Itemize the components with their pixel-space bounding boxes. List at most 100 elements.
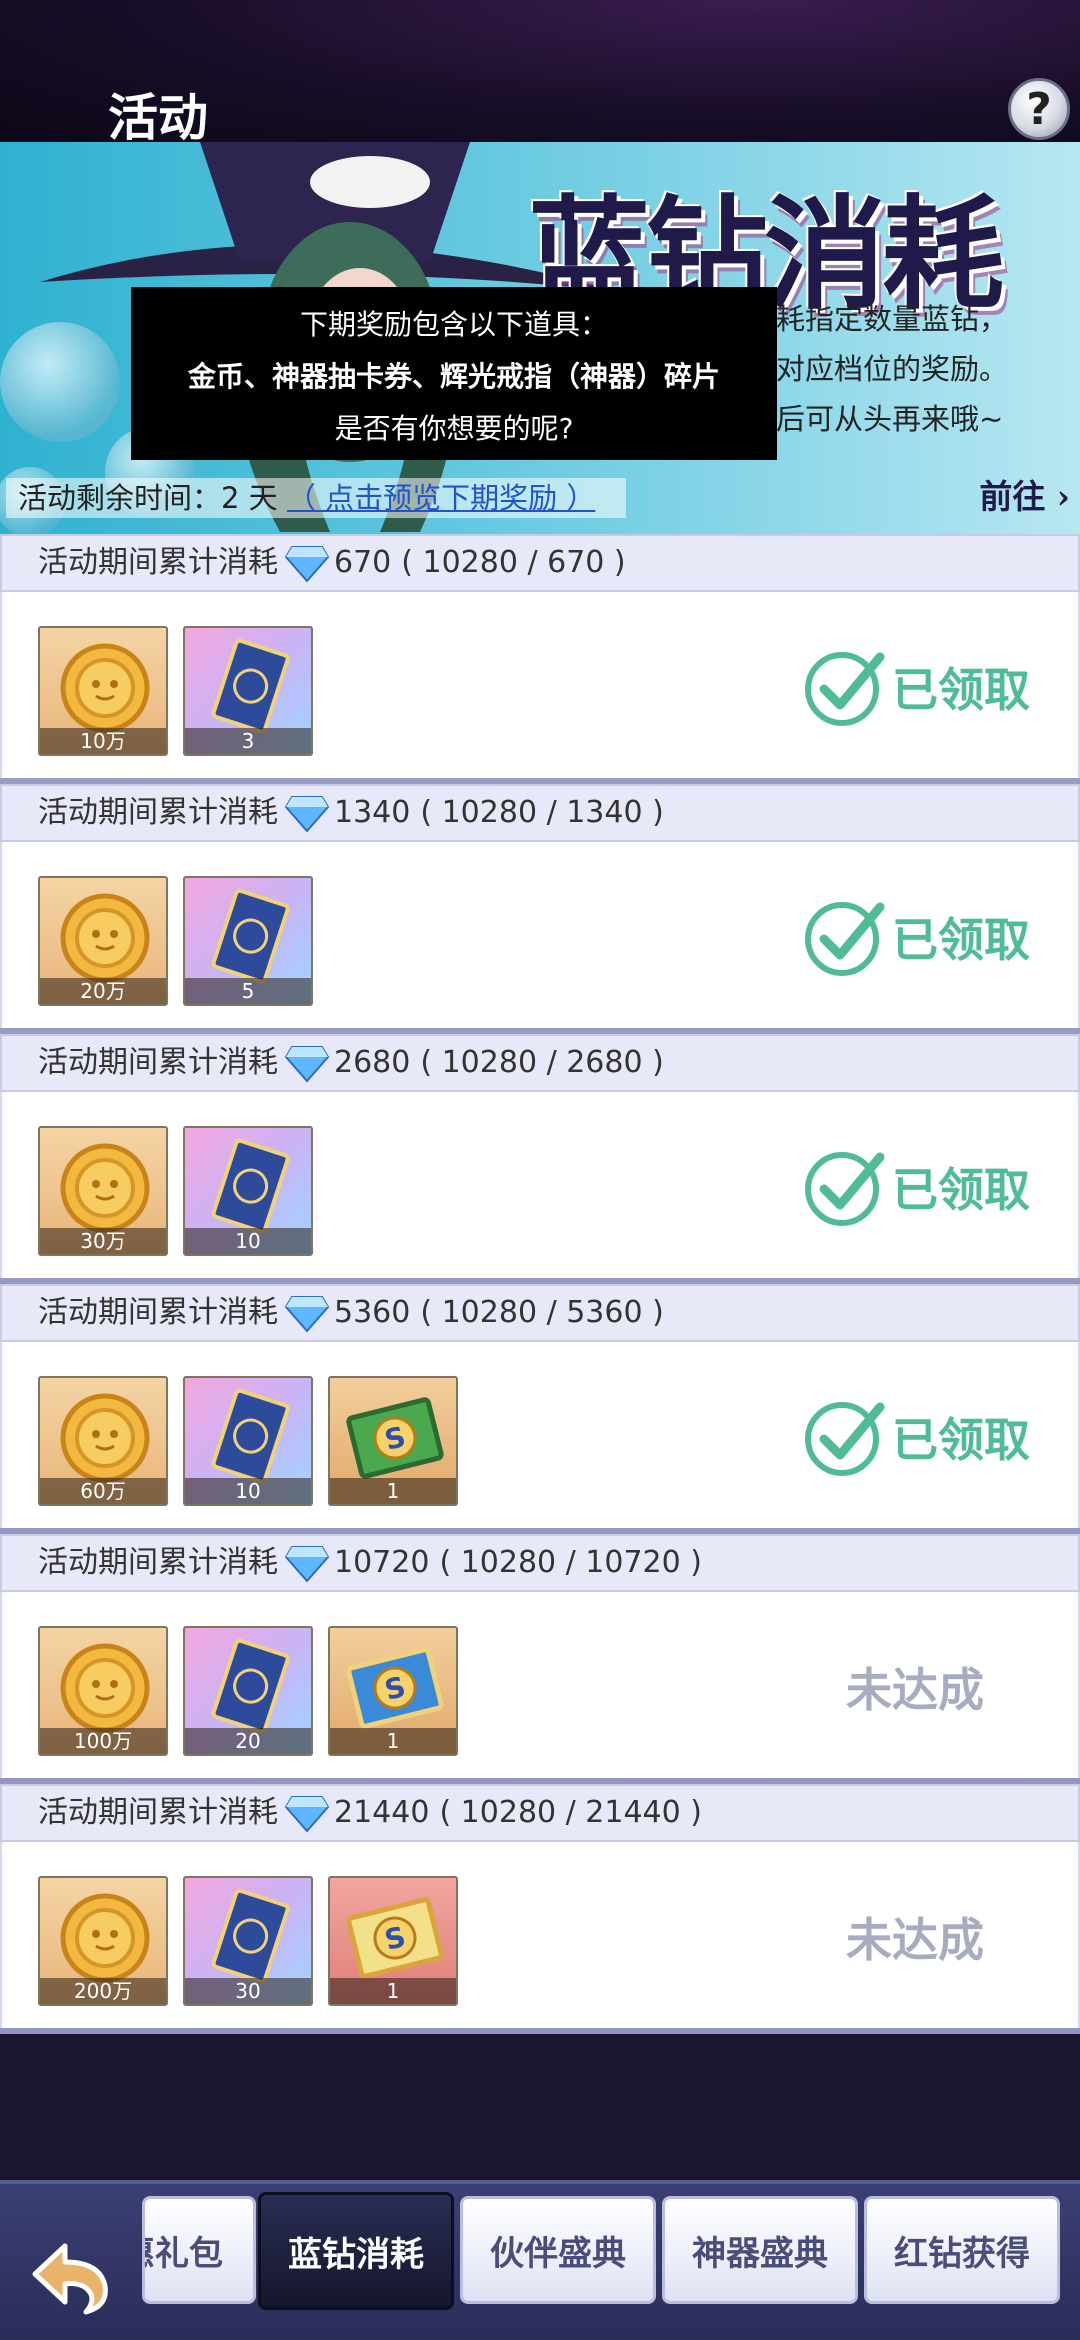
tab-partner-festival[interactable]: 伙伴盛典 (460, 2196, 656, 2304)
reward-quantity: 5 (185, 978, 311, 1004)
reward-tier: 活动期间累计消耗 1340 ( 10280 / 1340 ) 20万 5 已领取 (0, 784, 1080, 1028)
reward-quantity: 200万 (40, 1978, 166, 2004)
reward-quantity: 1 (330, 1978, 456, 2004)
tier-label: 活动期间累计消耗 (38, 1295, 278, 1330)
reward-quantity: 60万 (40, 1478, 166, 1504)
tab-blue-diamond-spend[interactable]: 蓝钻消耗 (258, 2192, 454, 2310)
diamond-icon (278, 1543, 334, 1583)
reward-quantity: 100万 (40, 1728, 166, 1754)
page-title: 活动 (108, 88, 208, 147)
ticket-blue-reward-item[interactable]: S1 (328, 1626, 458, 1756)
tier-progress: ( 10280 / 670 ) (401, 545, 626, 580)
status-label: 未达成 (846, 1913, 984, 1967)
reward-tier: 活动期间累计消耗 21440 ( 10280 / 21440 ) 200万 30 S 1 未达… (0, 1784, 1080, 2028)
check-icon (802, 895, 892, 979)
coin-reward-item[interactable]: 60万 (38, 1376, 168, 1506)
reward-quantity: 30万 (40, 1228, 166, 1254)
tier-amount: 2680 (334, 1045, 411, 1080)
tier-header: 活动期间累计消耗 10720 ( 10280 / 10720 ) (0, 1534, 1080, 1592)
status-label: 已领取 (892, 1413, 1030, 1467)
not-reached-status: 未达成 (846, 1642, 984, 1732)
banner-description: 耗指定数量蓝钻， 对应档位的奖励。 后可从头再来哦~ (776, 294, 1076, 444)
reward-tier: 活动期间累计消耗 670 ( 10280 / 670 ) 10万 3 已领取 (0, 534, 1080, 778)
card-reward-item[interactable]: 3 (183, 626, 313, 756)
reward-quantity: 1 (330, 1478, 456, 1504)
tier-label: 活动期间累计消耗 (38, 1045, 278, 1080)
coin-reward-item[interactable]: 200万 (38, 1876, 168, 2006)
preview-next-reward-link[interactable]: （ 点击预览下期奖励 ） (287, 481, 595, 515)
check-icon (802, 1145, 892, 1229)
reward-list[interactable]: 活动期间累计消耗 670( 10280 / 670 ) 10万 3 已领取 活动期间累计消… (0, 534, 1080, 2034)
tier-amount: 5360 (334, 1295, 411, 1330)
tier-amount: 21440 (334, 1795, 430, 1830)
coin-reward-item[interactable]: 30万 (38, 1126, 168, 1256)
tier-amount: 670 (334, 545, 392, 580)
tier-amount: 10720 (334, 1545, 430, 1580)
coin-reward-item[interactable]: 20万 (38, 876, 168, 1006)
not-reached-status: 未达成 (846, 1892, 984, 1982)
tier-progress: ( 10280 / 1340 ) (420, 795, 664, 830)
reward-tier: 活动期间累计消耗 2680 ( 10280 / 2680 ) 30万 10 已领取 (0, 1034, 1080, 1278)
check-icon (802, 645, 892, 729)
tier-header: 活动期间累计消耗 5360 ( 10280 / 5360 ) (0, 1284, 1080, 1342)
status-label: 已领取 (892, 1163, 1030, 1217)
reward-quantity: 1 (330, 1728, 456, 1754)
diamond-icon (278, 1293, 334, 1333)
card-reward-item[interactable]: 20 (183, 1626, 313, 1756)
reward-quantity: 10万 (40, 728, 166, 754)
reward-quantity: 20 (185, 1728, 311, 1754)
goto-button[interactable]: 前往 › (979, 470, 1070, 518)
tier-progress: ( 10280 / 2680 ) (420, 1045, 664, 1080)
coin-reward-item[interactable]: 10万 (38, 626, 168, 756)
top-bar: 活动 ? (0, 0, 1080, 147)
tooltip-line-1: 下期奖励包含以下道具： (299, 308, 608, 341)
reward-tier: 活动期间累计消耗 5360 ( 10280 / 5360 ) 60万 10 S 1 已领取 (0, 1284, 1080, 1528)
tier-rewards: 60万 10 S 1 已领取 (0, 1342, 1080, 1528)
tab-red-diamond-gain[interactable]: 红钻获得 (864, 2196, 1060, 2304)
desc-line: 后可从头再来哦~ (776, 402, 1004, 436)
tier-rewards: 30万 10 已领取 (0, 1092, 1080, 1278)
tier-header: 活动期间累计消耗 670 ( 10280 / 670 ) (0, 534, 1080, 592)
diamond-icon (278, 1043, 334, 1083)
card-reward-item[interactable]: 30 (183, 1876, 313, 2006)
tier-progress: ( 10280 / 5360 ) (420, 1295, 664, 1330)
bottom-tab-bar: 惠礼包 蓝钻消耗 伙伴盛典 神器盛典 红钻获得 (0, 2180, 1080, 2340)
tier-label: 活动期间累计消耗 (38, 1545, 278, 1580)
remaining-time: 活动剩余时间：2 天 （ 点击预览下期奖励 ） (6, 478, 626, 518)
coin-reward-item[interactable]: 100万 (38, 1626, 168, 1756)
check-icon (802, 1395, 892, 1479)
tier-progress: ( 10280 / 21440 ) (439, 1795, 702, 1830)
tier-rewards: 200万 30 S 1 未达成 (0, 1842, 1080, 2028)
tab-gift-pack[interactable]: 惠礼包 (142, 2196, 256, 2304)
question-icon[interactable]: ? (1008, 78, 1070, 140)
desc-line: 耗指定数量蓝钻， (776, 302, 1009, 336)
diamond-icon (278, 793, 334, 833)
card-reward-item[interactable]: 5 (183, 876, 313, 1006)
tier-progress: ( 10280 / 10720 ) (439, 1545, 702, 1580)
next-reward-tooltip: 下期奖励包含以下道具： 金币、神器抽卡券、辉光戒指（神器）碎片 是否有你想要的呢… (131, 287, 777, 460)
ticket-red-reward-item[interactable]: S1 (328, 1876, 458, 2006)
status-label: 已领取 (892, 913, 1030, 967)
tooltip-line-2: 金币、神器抽卡券、辉光戒指（神器）碎片 (187, 360, 720, 393)
tab-artifact-festival[interactable]: 神器盛典 (662, 2196, 858, 2304)
desc-line: 对应档位的奖励。 (776, 352, 1009, 386)
tier-label: 活动期间累计消耗 (38, 545, 278, 580)
tier-header: 活动期间累计消耗 1340 ( 10280 / 1340 ) (0, 784, 1080, 842)
tier-amount: 1340 (334, 795, 411, 830)
card-reward-item[interactable]: 10 (183, 1126, 313, 1256)
reward-quantity: 30 (185, 1978, 311, 2004)
tier-label: 活动期间累计消耗 (38, 1795, 278, 1830)
card-reward-item[interactable]: 10 (183, 1376, 313, 1506)
diamond-icon (278, 543, 334, 583)
claimed-status: 已领取 (802, 642, 1030, 732)
tier-rewards: 10万 3 已领取 (0, 592, 1080, 778)
tier-header: 活动期间累计消耗 2680 ( 10280 / 2680 ) (0, 1034, 1080, 1092)
back-arrow-icon[interactable] (20, 2224, 120, 2324)
reward-tier: 活动期间累计消耗 10720 ( 10280 / 10720 ) 100万 20 S 1 未达… (0, 1534, 1080, 1778)
status-label: 未达成 (846, 1663, 984, 1717)
reward-quantity: 10 (185, 1478, 311, 1504)
ticket-green-reward-item[interactable]: S1 (328, 1376, 458, 1506)
claimed-status: 已领取 (802, 892, 1030, 982)
tooltip-line-3: 是否有你想要的呢? (334, 412, 574, 445)
tier-rewards: 20万 5 已领取 (0, 842, 1080, 1028)
